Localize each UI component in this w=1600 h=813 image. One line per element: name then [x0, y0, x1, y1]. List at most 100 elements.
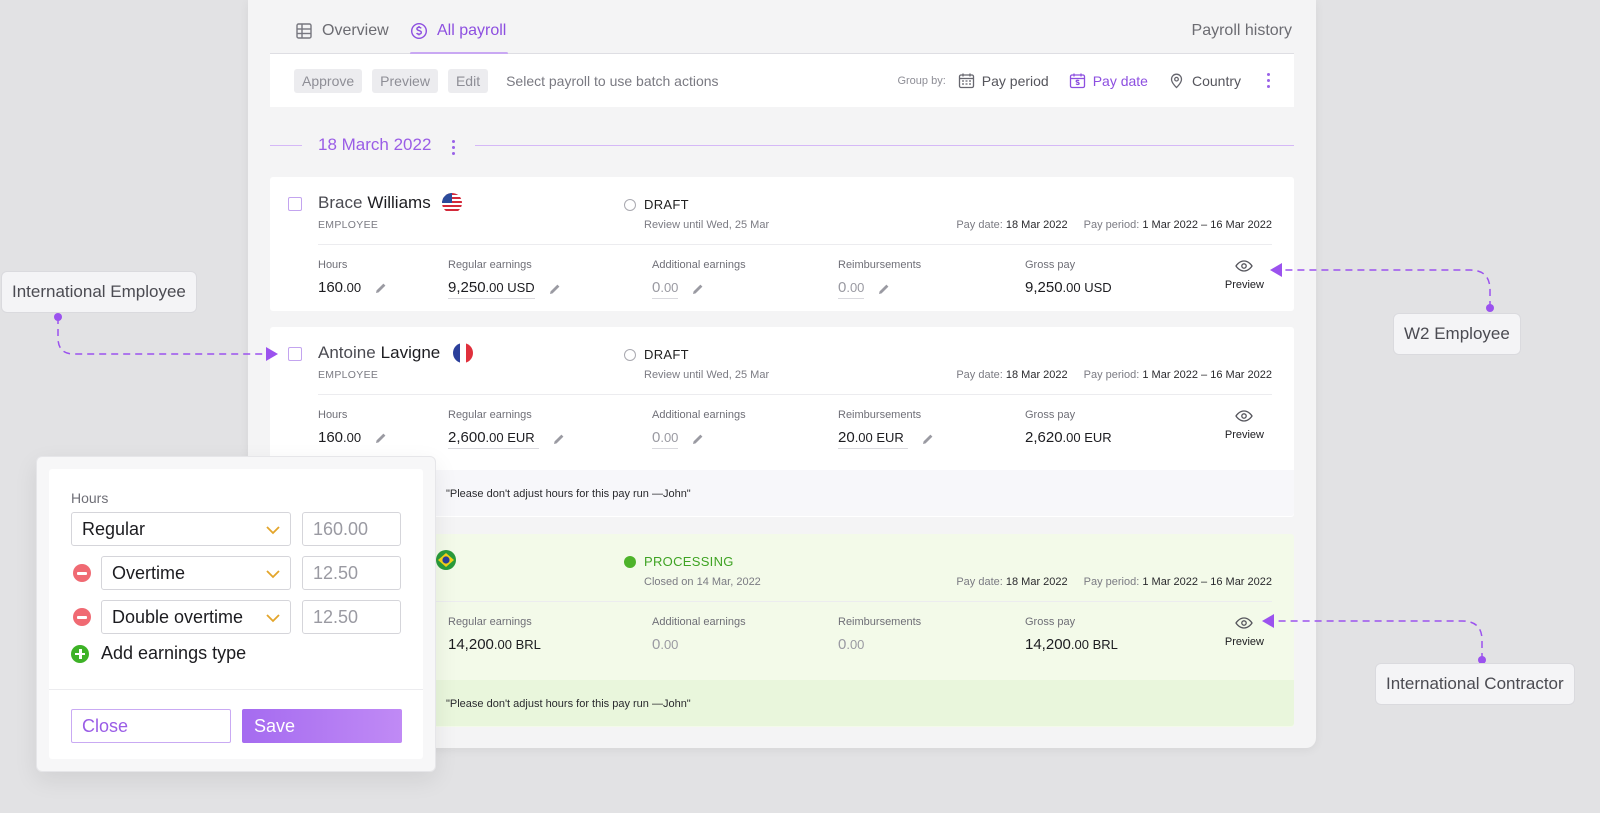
group-by-controls: Group by: Pay period Pay date Country	[897, 54, 1276, 107]
hours-field: Hours 160.00	[318, 409, 387, 446]
popover-title: Hours	[71, 490, 109, 506]
pencil-icon[interactable]	[553, 433, 565, 445]
hours-input[interactable]	[302, 556, 401, 590]
tab-overview[interactable]: Overview	[295, 22, 389, 40]
calendar-icon	[958, 73, 974, 89]
date-group-menu-icon[interactable]	[446, 138, 461, 157]
location-pin-icon	[1170, 73, 1183, 89]
add-earnings-label: Add earnings type	[101, 643, 247, 663]
date-group-header: 18 March 2022	[270, 130, 1294, 160]
group-country[interactable]: Country	[1168, 72, 1241, 89]
tab-payroll-history[interactable]: Payroll history	[1192, 22, 1292, 40]
gross-pay-field: Gross pay 2,620.00 EUR	[1025, 409, 1112, 446]
save-button[interactable]: Save	[242, 709, 402, 743]
select-checkbox[interactable]	[288, 347, 302, 361]
clock-icon	[624, 555, 636, 568]
tab-all-payroll-label: All payroll	[437, 22, 507, 39]
gross-pay-field: Gross pay 9,250.00 USD	[1025, 259, 1112, 296]
pencil-icon[interactable]	[549, 283, 561, 295]
pencil-icon[interactable]	[692, 433, 704, 445]
preview-link[interactable]: Preview	[1225, 409, 1264, 441]
status-detail: Review until Wed, 25 Mar	[644, 369, 770, 381]
calendar-dollar-icon	[1069, 73, 1085, 89]
select-checkbox[interactable]	[288, 197, 302, 211]
table-icon	[296, 23, 312, 39]
hours-field: Hours 160.00	[318, 259, 387, 296]
pay-dates: Pay date: 18 Mar 2022 Pay period: 1 Mar 2…	[956, 219, 1272, 231]
group-pay-date[interactable]: Pay date	[1069, 72, 1148, 89]
reimbursements-field: Reimbursements 0.00	[838, 616, 922, 653]
pay-dates: Pay date: 18 Mar 2022 Pay period: 1 Mar 2…	[956, 576, 1272, 588]
last-name: Lavigne	[380, 343, 441, 362]
regular-earnings-field: Regular earnings 9,250.00 USD	[448, 259, 561, 299]
remove-icon[interactable]	[73, 564, 91, 582]
first-name: Brace	[318, 193, 363, 212]
pencil-icon[interactable]	[878, 283, 890, 295]
employee-name: Antoine Lavigne	[318, 343, 474, 363]
additional-earnings-field: Additional earnings 0.00	[652, 616, 746, 653]
hours-row-overtime: Overtime	[71, 556, 401, 590]
gross-pay-field: Gross pay 14,200.00 BRL	[1025, 616, 1118, 653]
close-button[interactable]: Close	[71, 709, 231, 743]
group-pay-period[interactable]: Pay period	[958, 72, 1049, 89]
approve-button[interactable]: Approve	[294, 68, 363, 93]
pay-dates: Pay date: 18 Mar 2022 Pay period: 1 Mar 2…	[956, 369, 1272, 381]
br-flag-icon	[436, 550, 457, 570]
batch-actions-bar: Approve Preview Edit Select payroll to u…	[270, 54, 1294, 107]
eye-icon	[1235, 410, 1254, 422]
reimbursements-field: Reimbursements 0.00	[838, 259, 921, 299]
hours-popover: Hours Regular Overtime Double overtime	[36, 456, 436, 772]
callout-international-contractor: International Contractor	[1375, 663, 1575, 705]
batch-hint: Select payroll to use batch actions	[506, 72, 719, 89]
first-name: Antoine	[318, 343, 376, 362]
dollar-circle-icon	[410, 22, 428, 40]
employee-type: EMPLOYEE	[318, 369, 379, 381]
tab-overview-label: Overview	[322, 22, 389, 39]
pencil-icon[interactable]	[692, 283, 704, 295]
pencil-icon[interactable]	[375, 432, 387, 444]
regular-earnings-field: Regular earnings 2,600.00 EUR	[448, 409, 565, 449]
pencil-icon[interactable]	[375, 282, 387, 294]
group-by-label: Group by:	[897, 74, 946, 87]
pencil-icon[interactable]	[922, 433, 934, 445]
status-detail: Closed on 14 Mar, 2022	[644, 576, 761, 588]
tab-bar: Overview All payroll Payroll history	[270, 0, 1294, 55]
preview-link[interactable]: Preview	[1225, 616, 1264, 648]
hours-input[interactable]	[302, 600, 401, 634]
us-flag-icon	[441, 193, 462, 213]
group-country-label: Country	[1191, 72, 1241, 89]
edit-button[interactable]: Edit	[447, 68, 489, 93]
more-options-icon[interactable]	[1261, 71, 1276, 90]
earnings-type-select[interactable]: Overtime	[101, 556, 291, 590]
status-detail: Review until Wed, 25 Mar	[644, 219, 770, 231]
employee-type: EMPLOYEE	[318, 219, 379, 231]
earnings-type-select[interactable]: Regular	[71, 512, 291, 546]
fr-flag-icon	[453, 343, 474, 363]
chevron-down-icon	[266, 526, 280, 535]
eye-icon	[1235, 260, 1254, 272]
hours-row-regular: Regular	[71, 512, 401, 546]
additional-earnings-field: Additional earnings 0.00	[652, 409, 746, 449]
status-badge: PROCESSING	[624, 554, 734, 569]
callout-w2-employee: W2 Employee	[1393, 313, 1521, 355]
preview-button[interactable]: Preview	[372, 68, 438, 93]
earnings-type-select[interactable]: Double overtime	[101, 600, 291, 634]
plus-icon	[71, 644, 89, 663]
tab-all-payroll[interactable]: All payroll	[410, 22, 509, 55]
add-earnings-type-button[interactable]: Add earnings type	[71, 643, 246, 664]
regular-earnings-field: Regular earnings 14,200.00 BRL	[448, 616, 541, 653]
reimbursements-field: Reimbursements 20.00 EUR	[838, 409, 934, 449]
payroll-card-brace-williams: Brace Williams EMPLOYEE DRAFT Review unt…	[270, 177, 1294, 311]
preview-link[interactable]: Preview	[1225, 259, 1264, 291]
status-badge: DRAFT	[624, 347, 689, 362]
chevron-down-icon	[266, 614, 280, 623]
employee-name: Brace Williams	[318, 193, 462, 213]
date-group-title: 18 March 2022	[318, 135, 432, 154]
chevron-down-icon	[266, 570, 280, 579]
eye-icon	[1235, 617, 1254, 629]
last-name: Williams	[367, 193, 431, 212]
additional-earnings-field: Additional earnings 0.00	[652, 259, 746, 299]
status-badge: DRAFT	[624, 197, 689, 212]
hours-input[interactable]	[302, 512, 401, 546]
remove-icon[interactable]	[73, 608, 91, 626]
